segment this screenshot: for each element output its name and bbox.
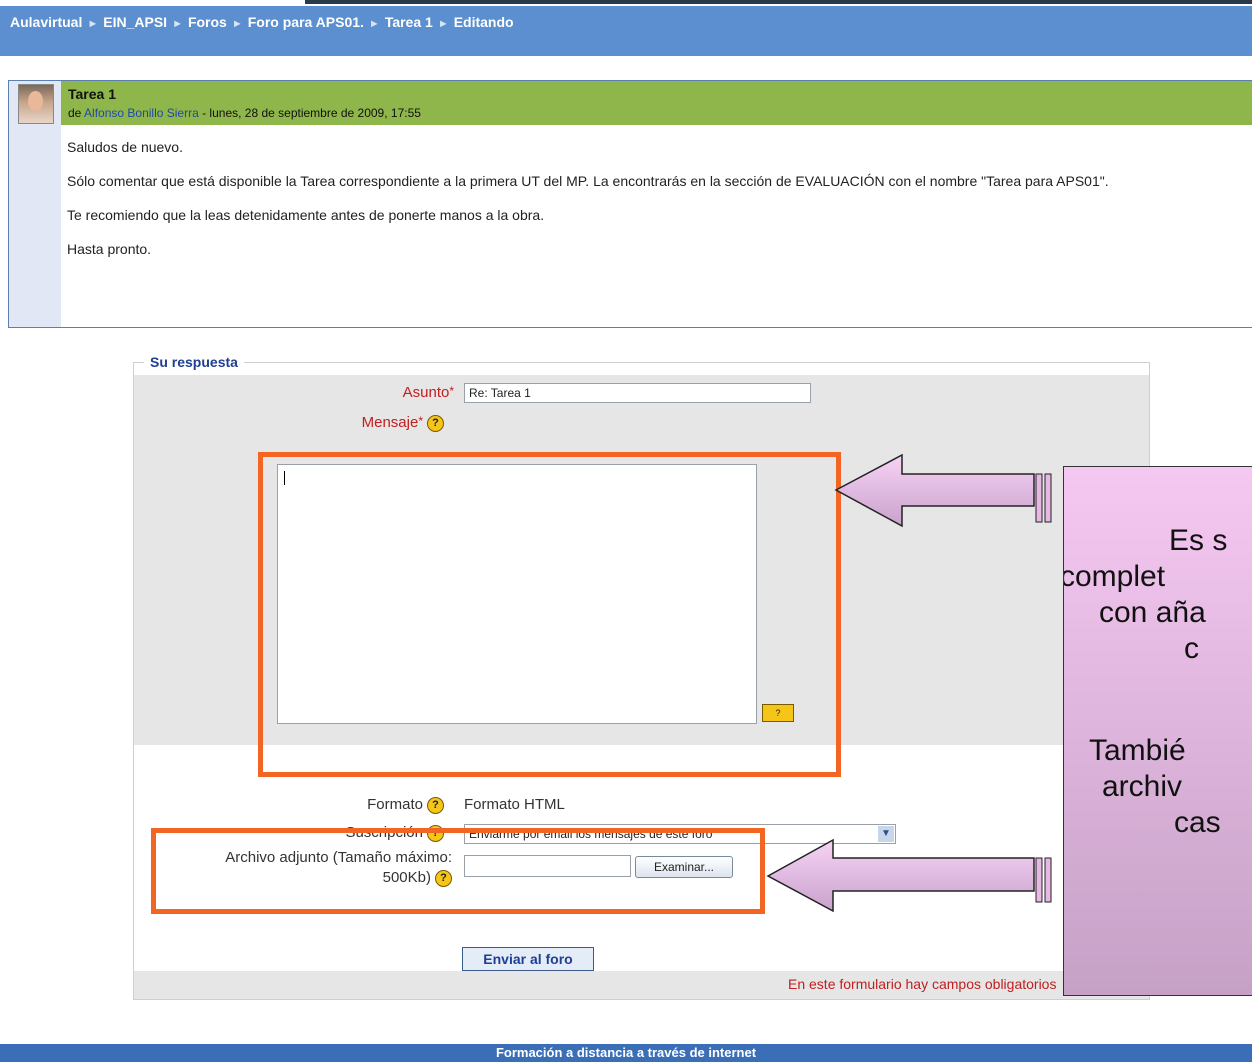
callout-line: cas (1174, 806, 1221, 839)
callout-line: archiv (1102, 770, 1183, 803)
callout-line: con aña (1099, 596, 1206, 629)
annotation-callout: Es s complet con aña c Tambié archiv cas (1063, 466, 1252, 996)
footer: Formación a distancia a través de intern… (0, 1044, 1252, 1062)
callout-line: Es s (1169, 524, 1228, 557)
arrow-to-attachment-icon (766, 838, 1052, 913)
callout-line: Tambié (1089, 734, 1186, 767)
callout-line: c (1184, 632, 1199, 665)
callout-line: complet (1063, 560, 1166, 593)
arrow-to-message-icon (834, 453, 1052, 528)
